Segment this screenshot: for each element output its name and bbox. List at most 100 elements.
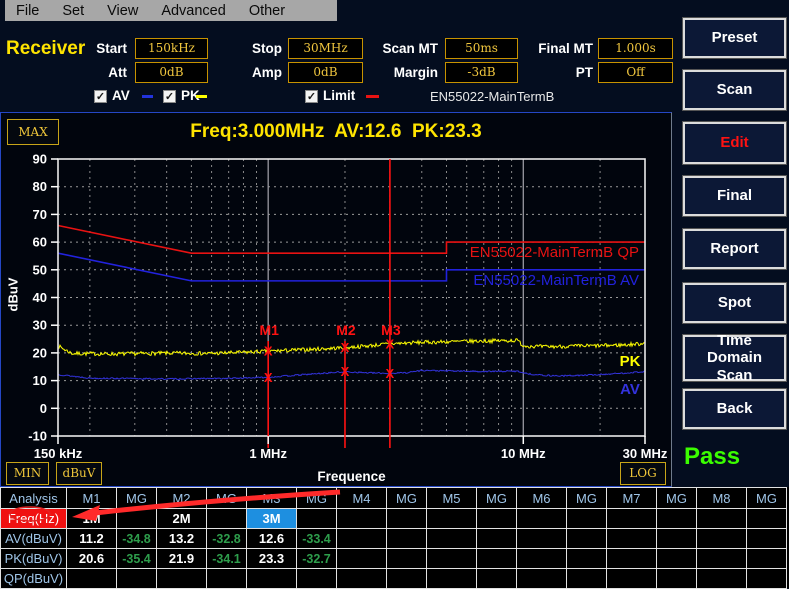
- margin-field[interactable]: -3dB: [445, 62, 518, 83]
- table-cell: [607, 549, 657, 569]
- final-mt-label: Final MT: [510, 41, 593, 56]
- table-cell[interactable]: [337, 509, 387, 529]
- final-mt-field[interactable]: 1.000s: [598, 38, 673, 59]
- scan-mt-field[interactable]: 50ms: [445, 38, 518, 59]
- svg-text:EN55022-MainTermB QP: EN55022-MainTermB QP: [470, 244, 639, 261]
- menu-advanced[interactable]: Advanced: [161, 3, 226, 19]
- log-button[interactable]: LOG: [620, 462, 666, 485]
- margin-label: Margin: [356, 65, 438, 80]
- start-label: Start: [55, 41, 127, 56]
- svg-text:0: 0: [40, 401, 47, 416]
- table-cell[interactable]: [427, 509, 477, 529]
- table-cell: [477, 569, 517, 589]
- limit-standard-label: EN55022-MainTermB: [430, 89, 554, 104]
- table-header-mg-2: MG: [207, 488, 247, 509]
- table-header-mg-7: MG: [657, 488, 697, 509]
- table-cell: [427, 529, 477, 549]
- edit-button[interactable]: Edit: [683, 122, 786, 164]
- table-cell: [117, 569, 157, 589]
- table-cell[interactable]: [517, 509, 567, 529]
- unit-button[interactable]: dBuV: [56, 462, 102, 485]
- svg-text:1 MHz: 1 MHz: [249, 446, 287, 461]
- svg-text:40: 40: [33, 290, 47, 305]
- table-cell: 23.3: [247, 549, 297, 569]
- table-cell: [477, 529, 517, 549]
- table-cell[interactable]: [607, 509, 657, 529]
- menu-view[interactable]: View: [107, 3, 138, 19]
- svg-text:-10: -10: [28, 429, 47, 444]
- svg-text:X: X: [341, 340, 350, 355]
- table-header-mg-4: MG: [387, 488, 427, 509]
- table-cell: [697, 529, 747, 549]
- table-cell: [657, 529, 697, 549]
- table-cell: [747, 509, 787, 529]
- stop-field[interactable]: 30MHz: [288, 38, 363, 59]
- av-checkbox[interactable]: ✓: [94, 90, 107, 103]
- spectrum-plot[interactable]: EN55022-MainTermB QPEN55022-MainTermB AV…: [1, 113, 673, 488]
- preset-button[interactable]: Preset: [683, 18, 786, 58]
- svg-text:AV: AV: [620, 381, 640, 398]
- report-button[interactable]: Report: [683, 229, 786, 269]
- menu-set[interactable]: Set: [62, 3, 84, 19]
- svg-text:X: X: [264, 370, 273, 385]
- table-header-mg-3: MG: [297, 488, 337, 509]
- menu-bar: File Set View Advanced Other: [5, 0, 337, 21]
- table-header-m2: M2: [157, 488, 207, 509]
- svg-text:70: 70: [33, 207, 47, 222]
- table-cell: [387, 529, 427, 549]
- table-cell[interactable]: [697, 509, 747, 529]
- scan-mt-label: Scan MT: [356, 41, 438, 56]
- pk-trace-color-swatch: [196, 95, 207, 98]
- menu-file[interactable]: File: [16, 3, 39, 19]
- table-cell[interactable]: 3M: [247, 509, 297, 529]
- table-row-label: PK(dBuV): [1, 549, 67, 569]
- svg-text:30: 30: [33, 318, 47, 333]
- table-cell: -34.1: [207, 549, 247, 569]
- table-header-mg-6: MG: [567, 488, 607, 509]
- table-row-label: AV(dBuV): [1, 529, 67, 549]
- table-cell: [337, 529, 387, 549]
- table-cell: [477, 549, 517, 569]
- table-cell: [387, 569, 427, 589]
- spot-button[interactable]: Spot: [683, 283, 786, 323]
- table-cell: 21.9: [157, 549, 207, 569]
- pt-field[interactable]: Off: [598, 62, 673, 83]
- menu-other[interactable]: Other: [249, 3, 285, 19]
- table-header-mg-8: MG: [747, 488, 787, 509]
- table-cell: [157, 569, 207, 589]
- table-cell[interactable]: 1M: [67, 509, 117, 529]
- pass-status-badge: Pass: [684, 443, 740, 471]
- amp-label: Amp: [200, 65, 282, 80]
- table-cell: [207, 509, 247, 529]
- table-cell: [567, 509, 607, 529]
- svg-text:X: X: [264, 344, 273, 359]
- limit-color-swatch: [366, 95, 379, 98]
- final-button[interactable]: Final: [683, 176, 786, 216]
- back-button[interactable]: Back: [683, 389, 786, 429]
- table-header-m3: M3: [247, 488, 297, 509]
- table-cell: [427, 569, 477, 589]
- table-cell[interactable]: 2M: [157, 509, 207, 529]
- pk-checkbox[interactable]: ✓: [163, 90, 176, 103]
- table-cell: [517, 569, 567, 589]
- svg-text:150 kHz: 150 kHz: [34, 446, 83, 461]
- min-button[interactable]: MIN: [6, 462, 49, 485]
- limit-checkbox[interactable]: ✓: [305, 90, 318, 103]
- table-cell: 13.2: [157, 529, 207, 549]
- svg-text:20: 20: [33, 345, 47, 360]
- scan-button[interactable]: Scan: [683, 70, 786, 110]
- table-header-m1: M1: [67, 488, 117, 509]
- table-cell: [747, 569, 787, 589]
- table-cell: [387, 509, 427, 529]
- svg-text:90: 90: [33, 152, 47, 167]
- start-field[interactable]: 150kHz: [135, 38, 208, 59]
- time-domain-scan-button[interactable]: Time Domain Scan: [683, 335, 786, 381]
- max-button[interactable]: MAX: [7, 119, 59, 145]
- att-field[interactable]: 0dB: [135, 62, 208, 83]
- table-cell: [517, 549, 567, 569]
- table-cell: [297, 569, 337, 589]
- amp-field[interactable]: 0dB: [288, 62, 363, 83]
- table-cell: [517, 529, 567, 549]
- svg-text:10: 10: [33, 373, 47, 388]
- stop-label: Stop: [200, 41, 282, 56]
